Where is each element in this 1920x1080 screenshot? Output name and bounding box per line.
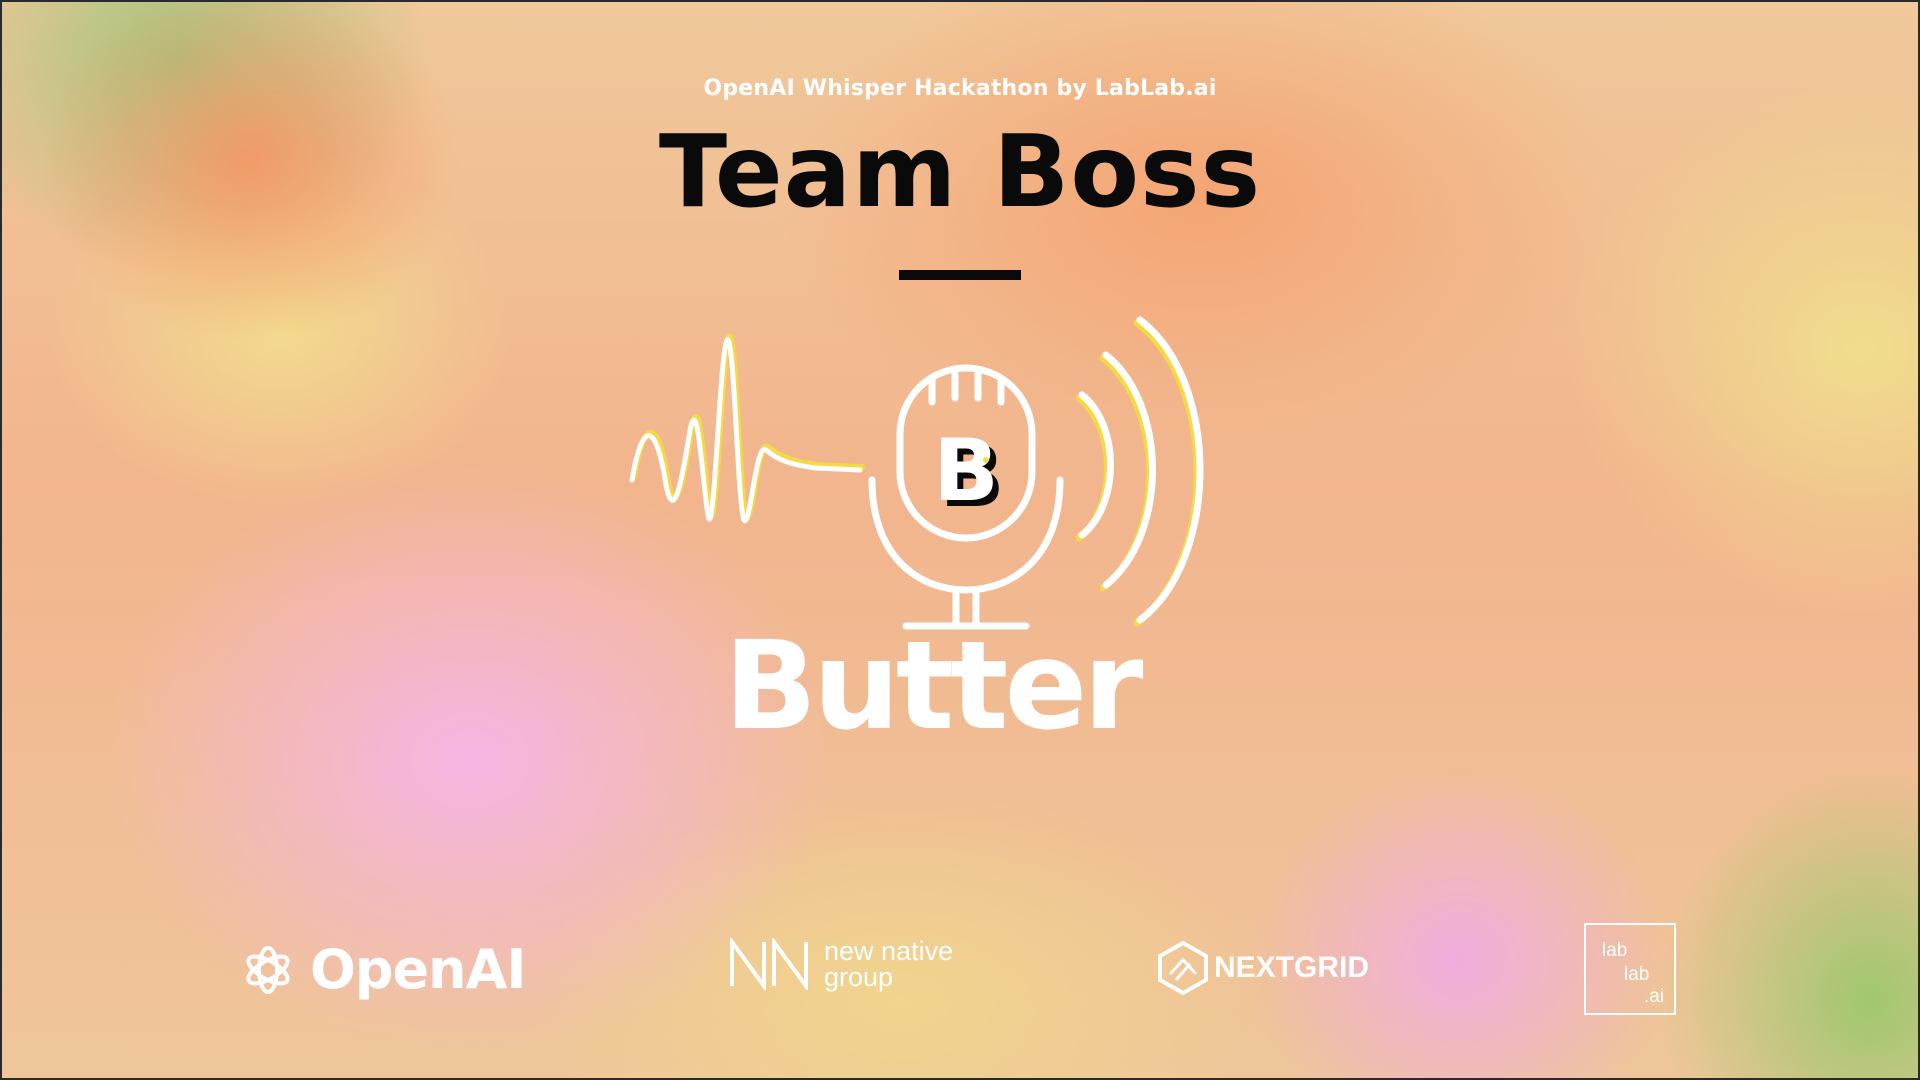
lablab-line-1: lab xyxy=(1602,940,1628,961)
new-native-icon xyxy=(730,938,808,990)
slide: OpenAI Whisper Hackathon by LabLab.ai Te… xyxy=(0,0,1920,1080)
sponsor-lablab-logo: lab lab .ai xyxy=(1584,923,1676,1015)
monogram-dot xyxy=(983,457,989,463)
new-native-label: new native group xyxy=(824,936,954,992)
team-name-heading: Team Boss xyxy=(658,113,1262,230)
sound-arcs-icon xyxy=(1075,316,1204,627)
sponsor-nextgrid-logo: NEXTGRID xyxy=(1156,940,1369,996)
nextgrid-label: NEXTGRID xyxy=(1214,951,1370,984)
title-divider xyxy=(899,270,1021,280)
openai-icon xyxy=(246,945,290,994)
lablab-line-2: lab xyxy=(1624,964,1650,985)
sponsor-openai-logo: OpenAI xyxy=(240,938,527,1001)
event-title: OpenAI Whisper Hackathon by LabLab.ai xyxy=(703,76,1217,101)
sponsor-new-native-logo: new native group xyxy=(728,936,964,992)
sound-wave-icon xyxy=(629,333,865,523)
nextgrid-icon xyxy=(1158,940,1208,996)
monogram-b: B xyxy=(933,421,999,521)
openai-label: OpenAI xyxy=(310,938,527,1001)
butter-wordmark: Butter xyxy=(724,615,1143,757)
lablab-line-3: .ai xyxy=(1644,986,1665,1007)
